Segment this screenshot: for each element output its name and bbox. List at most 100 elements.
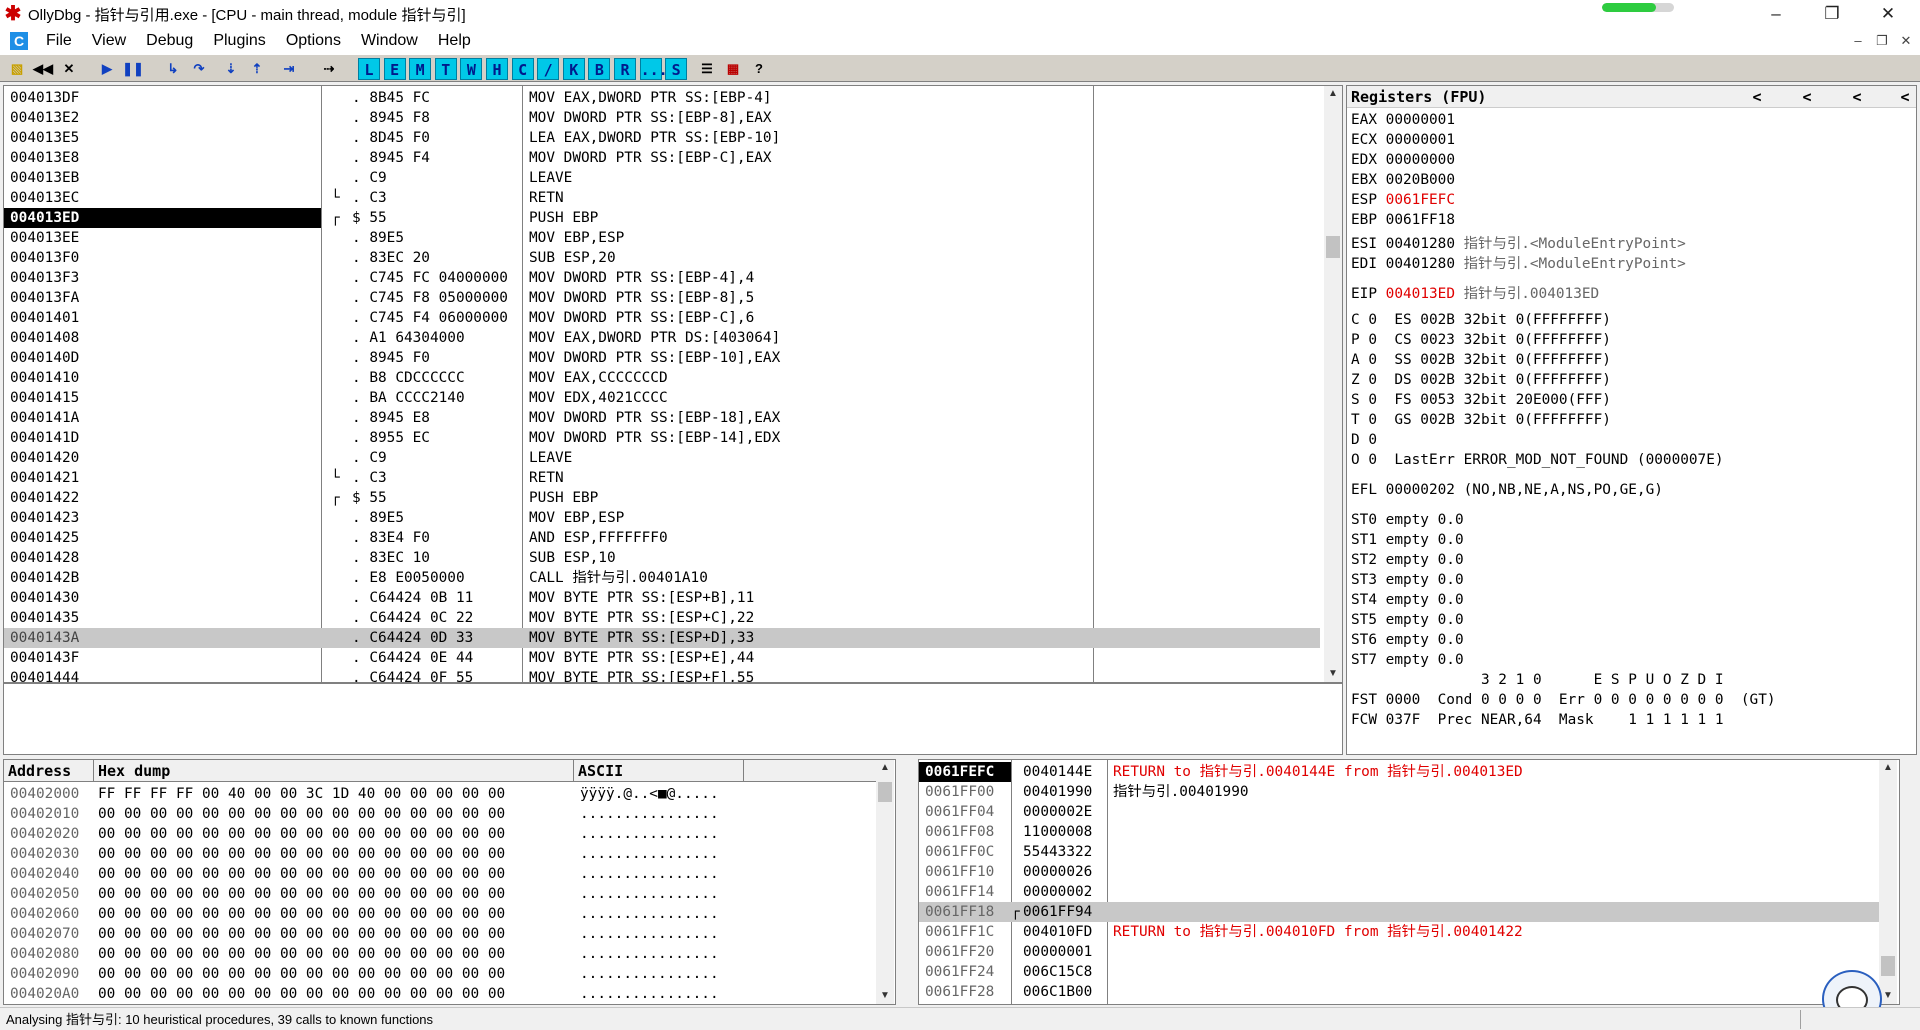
register-eip[interactable]: EIP 004013ED 指针与引.004013ED (1351, 282, 1599, 303)
disasm-instruction[interactable]: MOV EBP,ESP (529, 508, 780, 528)
scroll-up-icon[interactable]: ▲ (876, 760, 894, 776)
toolbar-window-button-7[interactable]: / (537, 58, 560, 80)
scroll-down-icon[interactable]: ▼ (876, 988, 894, 1004)
run-icon[interactable]: ▶ (96, 58, 118, 80)
disasm-address[interactable]: 0040140D (10, 348, 79, 368)
disasm-instruction[interactable]: MOV DWORD PTR SS:[EBP-C],6 (529, 308, 780, 328)
disasm-hex[interactable]: . E8 E0050000 (352, 568, 508, 588)
reg-nav-arrow-2[interactable]: < (1797, 86, 1817, 108)
disasm-instruction[interactable]: MOV BYTE PTR SS:[ESP+B],11 (529, 588, 780, 608)
flag-segment-line[interactable]: O 0 LastErr ERROR_MOD_NOT_FOUND (0000007… (1351, 452, 1724, 468)
stack-address[interactable]: 0061FF20 (925, 942, 994, 962)
stack-address[interactable]: 0061FF14 (925, 882, 994, 902)
register-value[interactable]: 0061FF18 (1386, 212, 1455, 228)
fpu-register-st2[interactable]: ST2 empty 0.0 (1351, 552, 1464, 568)
disasm-instruction[interactable]: AND ESP,FFFFFFF0 (529, 528, 780, 548)
dump-address[interactable]: 00402050 (10, 884, 79, 904)
fpu-register-st7[interactable]: ST7 empty 0.0 (1351, 652, 1464, 668)
registers-pane[interactable]: Registers (FPU) < < < < EAX 00000001 ECX… (1346, 85, 1917, 755)
toolbar-window-button-12[interactable]: S (665, 58, 688, 80)
stack-address[interactable]: 0061FF08 (925, 822, 994, 842)
stack-value[interactable]: 0000002E (1023, 802, 1092, 822)
dump-address[interactable]: 004020A0 (10, 984, 79, 1004)
dump-hex-bytes[interactable]: 00 00 00 00 00 00 00 00 00 00 00 00 00 0… (98, 844, 505, 864)
register-value[interactable]: 0020B000 (1386, 172, 1455, 188)
close-button[interactable]: ✕ (1860, 0, 1916, 28)
stack-comment[interactable]: RETURN to 指针与引.0040144E from 指针与引.004013… (1113, 762, 1523, 782)
toolbar-window-button-6[interactable]: C (511, 58, 534, 80)
flag-segment-line[interactable]: Z 0 DS 002B 32bit 0(FFFFFFFF) (1351, 372, 1611, 388)
disasm-hex[interactable]: . 89E5 (352, 508, 508, 528)
disasm-address[interactable]: 004013F3 (10, 268, 79, 288)
disasm-hex[interactable]: . C745 FC 04000000 (352, 268, 508, 288)
trace-over-icon[interactable]: ⇡ (246, 58, 268, 80)
register-esi[interactable]: ESI 00401280 指针与引.<ModuleEntryPoint> (1351, 232, 1686, 253)
flag-segment-line[interactable]: A 0 SS 002B 32bit 0(FFFFFFFF) (1351, 352, 1611, 368)
step-into-icon[interactable]: ↳ (162, 58, 184, 80)
toolbar-window-button-11[interactable]: ... (639, 58, 668, 80)
reg-nav-arrow-1[interactable]: < (1747, 86, 1767, 108)
dump-hex-bytes[interactable]: 00 00 00 00 00 00 00 00 00 00 00 00 00 0… (98, 984, 505, 1004)
toolbar-window-button-2[interactable]: M (409, 58, 432, 80)
dump-address[interactable]: 00402000 (10, 784, 79, 804)
register-ebx[interactable]: EBX 0020B000 (1351, 172, 1464, 188)
disasm-hex[interactable]: . C3 (352, 468, 508, 488)
fpu-register-st3[interactable]: ST3 empty 0.0 (1351, 572, 1464, 588)
disasm-address[interactable]: 004013EC (10, 188, 79, 208)
dump-address[interactable]: 00402030 (10, 844, 79, 864)
disasm-hex[interactable]: . 8B45 FC (352, 88, 508, 108)
disasm-address[interactable]: 00401408 (10, 328, 79, 348)
disasm-instruction[interactable]: MOV DWORD PTR SS:[EBP-4],4 (529, 268, 780, 288)
goto-user-code-icon[interactable]: ⇢ (318, 58, 340, 80)
stack-value[interactable]: 00000002 (1023, 882, 1092, 902)
disasm-address[interactable]: 0040143F (10, 648, 79, 668)
stack-scroll-thumb[interactable] (1881, 956, 1895, 976)
stack-comment[interactable]: 指针与引.00401990 (1113, 782, 1249, 802)
disasm-hex[interactable]: . 8D45 F0 (352, 128, 508, 148)
register-eax[interactable]: EAX 00000001 (1351, 112, 1464, 128)
stack-address[interactable]: 0061FF00 (925, 782, 994, 802)
dump-hex-bytes[interactable]: 00 00 00 00 00 00 00 00 00 00 00 00 00 0… (98, 884, 505, 904)
toolbar-window-button-8[interactable]: K (562, 58, 585, 80)
disasm-instruction[interactable]: SUB ESP,10 (529, 548, 780, 568)
dump-hex-bytes[interactable]: 00 00 00 00 00 00 00 00 00 00 00 00 00 0… (98, 824, 505, 844)
disasm-hex[interactable]: . BA CCCC2140 (352, 388, 508, 408)
menu-plugins[interactable]: Plugins (203, 32, 275, 50)
stack-value[interactable]: 006C1B00 (1023, 982, 1092, 1002)
disasm-instruction[interactable]: MOV DWORD PTR SS:[EBP-14],EDX (529, 428, 780, 448)
disasm-hex[interactable]: . C64424 0E 44 (352, 648, 508, 668)
stack-address[interactable]: 0061FF28 (925, 982, 994, 1002)
stack-value[interactable]: 00000026 (1023, 862, 1092, 882)
disasm-scroll-thumb[interactable] (1326, 236, 1340, 258)
stack-address[interactable]: 0061FF10 (925, 862, 994, 882)
disasm-instruction[interactable]: MOV BYTE PTR SS:[ESP+D],33 (529, 628, 780, 648)
execute-till-return-icon[interactable]: ⇥ (278, 58, 300, 80)
disasm-hex[interactable]: . C64424 0B 11 (352, 588, 508, 608)
disasm-address[interactable]: 00401425 (10, 528, 79, 548)
disasm-address[interactable]: 00401444 (10, 668, 79, 682)
dump-address[interactable]: 00402060 (10, 904, 79, 924)
disasm-hex[interactable]: . 8945 F8 (352, 108, 508, 128)
disasm-address[interactable]: 0040141D (10, 428, 79, 448)
register-edi[interactable]: EDI 00401280 指针与引.<ModuleEntryPoint> (1351, 252, 1686, 273)
dump-ascii[interactable]: ................ (580, 804, 719, 824)
mdi-close-button[interactable]: ✕ (1896, 32, 1916, 50)
dump-hex-bytes[interactable]: FF FF FF FF 00 40 00 00 3C 1D 40 00 00 0… (98, 784, 505, 804)
dump-col-hex[interactable]: Hex dump (94, 760, 574, 782)
stack-value[interactable]: 0040144E (1023, 762, 1092, 782)
flag-segment-line[interactable]: C 0 ES 002B 32bit 0(FFFFFFFF) (1351, 312, 1611, 328)
disasm-address[interactable]: 004013ED (10, 208, 79, 228)
dump-hex-bytes[interactable]: 00 00 00 00 00 00 00 00 00 00 00 00 00 0… (98, 944, 505, 964)
dump-hex-bytes[interactable]: 00 00 00 00 00 00 00 00 00 00 00 00 00 0… (98, 904, 505, 924)
dump-ascii[interactable]: ................ (580, 824, 719, 844)
stack-pane[interactable]: 0061FEFC 0040144E RETURN to 指针与引.0040144E… (918, 759, 1900, 1005)
dump-scroll-thumb[interactable] (878, 782, 892, 802)
disasm-address[interactable]: 00401415 (10, 388, 79, 408)
stack-value[interactable]: 00401990 (1023, 782, 1092, 802)
step-over-icon[interactable]: ↷ (188, 58, 210, 80)
disasm-address[interactable]: 004013EB (10, 168, 79, 188)
scroll-up-icon[interactable]: ▲ (1879, 760, 1897, 776)
disasm-address[interactable]: 004013F0 (10, 248, 79, 268)
disasm-hex[interactable]: . 8945 E8 (352, 408, 508, 428)
stack-address[interactable]: 0061FEFC (925, 762, 994, 782)
